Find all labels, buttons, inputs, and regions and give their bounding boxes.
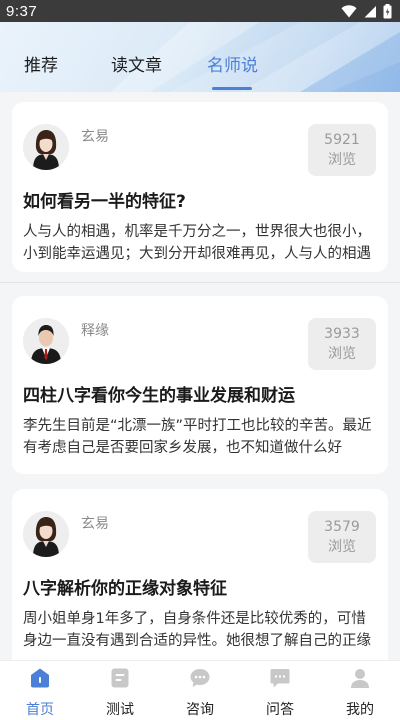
profile-icon — [351, 669, 369, 688]
status-time: 9:37 — [6, 2, 38, 20]
bottom-nav: 首页 测试 咨询 问答 我的 — [0, 660, 400, 720]
qa-icon — [270, 669, 290, 688]
author-name: 玄易 — [81, 516, 109, 532]
nav-home[interactable]: 首页 — [0, 661, 80, 720]
nav-qa[interactable]: 问答 — [240, 661, 320, 720]
article-excerpt: 李先生目前是“北漂一族”平时打工也比较的辛苦。最近有考虑自己是否要回家乡发展，也… — [23, 418, 372, 456]
article-list[interactable]: 玄易 5921 浏览 如何看另一半的特征? 人与人的相遇，机率是千万分之一，世界… — [0, 92, 400, 660]
views-count: 3933 — [324, 326, 360, 342]
divider — [0, 282, 400, 283]
female-teacher-avatar-icon — [23, 511, 69, 557]
nav-test-label: 测试 — [106, 702, 134, 718]
article-excerpt: 人与人的相遇，机率是千万分之一，世界很大也很小，小到能幸运遇见；大到分开却很难再… — [23, 224, 371, 262]
article-card[interactable]: 玄易 5921 浏览 如何看另一半的特征? 人与人的相遇，机率是千万分之一，世界… — [12, 102, 388, 272]
top-tabs: 推荐 读文章 名师说 — [0, 22, 400, 92]
nav-consult-label: 咨询 — [186, 702, 214, 718]
female-teacher-avatar-icon — [23, 124, 69, 170]
views-count: 3579 — [324, 519, 360, 535]
signal-icon — [364, 5, 376, 17]
views-badge: 5921 浏览 — [308, 124, 376, 176]
wifi-icon — [341, 4, 357, 17]
nav-consult[interactable]: 咨询 — [160, 661, 240, 720]
article-title: 如何看另一半的特征? — [23, 192, 186, 212]
status-icons — [341, 3, 392, 19]
views-badge: 3933 浏览 — [308, 318, 376, 370]
tab-recommend[interactable]: 推荐 — [24, 51, 58, 76]
author-avatar — [23, 124, 69, 170]
views-label: 浏览 — [328, 539, 356, 555]
header: 推荐 读文章 名师说 — [0, 22, 400, 92]
views-count: 5921 — [324, 132, 360, 148]
battery-icon — [383, 3, 392, 18]
consult-icon — [190, 669, 210, 687]
active-tab-indicator — [212, 87, 252, 90]
author-name: 玄易 — [81, 129, 109, 145]
nav-qa-label: 问答 — [266, 702, 294, 718]
article-excerpt: 周小姐单身1年多了，自身条件还是比较优秀的，可惜身边一直没有遇到合适的异性。她很… — [23, 611, 371, 649]
tab-teacher-talk[interactable]: 名师说 — [207, 51, 258, 76]
status-bar: 9:37 — [0, 0, 400, 22]
male-teacher-avatar-icon — [23, 318, 69, 364]
views-label: 浏览 — [328, 346, 356, 362]
nav-profile[interactable]: 我的 — [320, 661, 400, 720]
tab-read-articles[interactable]: 读文章 — [111, 51, 162, 76]
nav-test[interactable]: 测试 — [80, 661, 160, 720]
article-card[interactable]: 玄易 3579 浏览 八字解析你的正缘对象特征 周小姐单身1年多了，自身条件还是… — [12, 489, 388, 660]
views-label: 浏览 — [328, 152, 356, 168]
author-name: 释缘 — [81, 323, 109, 339]
home-icon — [31, 668, 49, 688]
nav-profile-label: 我的 — [346, 702, 374, 718]
views-badge: 3579 浏览 — [308, 511, 376, 563]
test-icon — [111, 668, 129, 688]
article-title: 四柱八字看你今生的事业发展和财运 — [23, 386, 295, 406]
article-title: 八字解析你的正缘对象特征 — [23, 579, 227, 599]
author-avatar — [23, 318, 69, 364]
article-card[interactable]: 释缘 3933 浏览 四柱八字看你今生的事业发展和财运 李先生目前是“北漂一族”… — [12, 296, 388, 474]
author-avatar — [23, 511, 69, 557]
nav-home-label: 首页 — [26, 702, 54, 718]
